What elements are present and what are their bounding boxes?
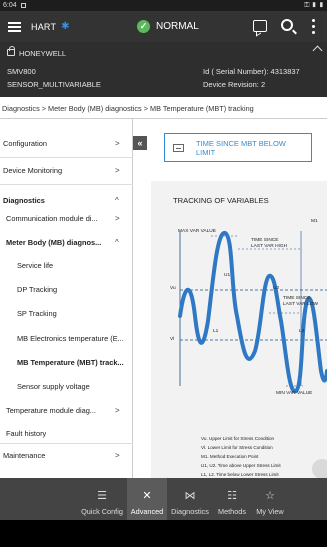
device-revision: Device Revision: 2: [203, 80, 266, 89]
chevron-up-icon: ^: [115, 238, 119, 247]
method-icon: [173, 143, 184, 152]
vl-label: Vl: [170, 337, 175, 342]
device-tag: SENSOR_MULTIVARIABLE: [7, 80, 101, 89]
vu-label: Vu: [170, 286, 176, 291]
floating-action-button[interactable]: [312, 459, 327, 479]
sidebar-item-label: Service life: [17, 261, 54, 270]
device-info-panel: HONEYWELL SMV800 SENSOR_MULTIVARIABLE Id…: [0, 42, 327, 97]
tab-label: Advanced: [130, 507, 164, 516]
lock-icon: [7, 46, 15, 56]
sidebar-item-label: Fault history: [6, 429, 47, 438]
bottom-navigation: ☰ Quick Config ✕ Advanced ⋈ Diagnostics …: [0, 478, 327, 520]
legend-item: L1, L2. Time below Lower Stress Limit: [201, 472, 279, 477]
device-status-text: NORMAL: [156, 21, 199, 32]
min-var-label: MIN VAR VALUE: [276, 391, 313, 396]
sidebar-item-label: Meter Body (MB) diagnos...: [6, 238, 102, 247]
device-serial: Id ( Serial Number): 4313837: [203, 67, 300, 76]
time-since-low-label: TIME SINCE LAST VAR LOW: [283, 296, 319, 307]
methods-icon: ☷: [227, 489, 237, 502]
protocol-label: HART: [31, 21, 57, 32]
time-since-high-label: TIME SINCE LAST VAR HIGH: [251, 238, 288, 249]
sidebar-item-label: Maintenance: [3, 451, 46, 460]
device-model: SMV800: [7, 67, 36, 76]
divider: [0, 443, 133, 444]
chevron-right-icon: >: [115, 214, 120, 223]
search-icon[interactable]: [281, 19, 293, 31]
divider: [0, 184, 133, 185]
tab-advanced[interactable]: ✕ Advanced: [127, 478, 167, 520]
sidebar-item-label: MB Temperature (MBT) track...: [17, 358, 124, 367]
legend-item: U1, U2. Time above Upper Stress Limit: [201, 463, 281, 468]
status-time: 6:04: [3, 2, 17, 9]
status-bar: 6:04 ⚿ ▮ ▮: [0, 0, 327, 11]
method-button-label: TIME SINCE MBT BELOW LIMIT: [196, 138, 286, 157]
tracking-diagram: TRACKING OF VARIABLES MAX VAR VALUE M1 T…: [151, 181, 327, 478]
sidebar-item-label: Diagnostics: [3, 196, 45, 205]
sidebar-item-label: Sensor supply voltage: [17, 382, 90, 391]
sidebar-item-label: Configuration: [3, 139, 47, 148]
image-notification-icon: [20, 3, 26, 8]
sidebar-item-label: MB Electronics temperature (E...: [17, 334, 124, 343]
chevron-right-icon: >: [115, 406, 120, 415]
tab-label: Diagnostics: [171, 507, 209, 516]
time-since-mbt-below-limit-button[interactable]: TIME SINCE MBT BELOW LIMIT: [164, 133, 312, 162]
sidebar-item-label: DP Tracking: [17, 285, 58, 294]
main-content: « TIME SINCE MBT BELOW LIMIT TRACKING OF…: [133, 119, 327, 478]
sidebar-item-label: Communication module di...: [6, 214, 98, 223]
tab-methods[interactable]: ☷ Methods: [213, 478, 251, 520]
hamburger-menu-icon[interactable]: [8, 21, 21, 32]
collapse-chevron-icon[interactable]: [312, 45, 323, 56]
l1-label: L1: [213, 329, 219, 334]
system-navigation-bar: [0, 520, 327, 547]
kebab-menu-icon[interactable]: [312, 19, 315, 34]
sidebar-item-label: SP Tracking: [17, 309, 57, 318]
status-icons: ⚿ ▮ ▮: [304, 1, 324, 9]
variable-signal-curve: [178, 231, 327, 394]
sidebar-item-label: Device Monitoring: [3, 166, 63, 175]
legend-item: Vl. Lower Limit for Stress Condition: [201, 445, 273, 450]
chevron-right-icon: >: [115, 139, 120, 148]
sliders-icon: ☰: [97, 489, 107, 502]
max-var-label: MAX VAR VALUE: [178, 229, 216, 234]
tab-diagnostics[interactable]: ⋈ Diagnostics: [167, 478, 213, 520]
divider: [0, 157, 133, 158]
tab-quick-config[interactable]: ☰ Quick Config: [77, 478, 127, 520]
u2-label: U2: [273, 286, 280, 291]
app-bar: HART ✱ ✓ NORMAL: [0, 11, 327, 42]
chat-icon[interactable]: [253, 20, 267, 32]
m1-label: M1: [311, 219, 318, 224]
legend-item: Vu. Upper Limit for Stress Condition: [201, 436, 275, 441]
tools-icon: ✕: [142, 489, 152, 502]
sidebar-item-label: Temperature module diag...: [6, 406, 96, 415]
chevron-up-icon: ^: [115, 196, 119, 205]
legend-item: M1. Method Execution Point: [201, 454, 259, 459]
tab-label: My View: [256, 507, 284, 516]
sidebar-nav: Configuration > Device Monitoring > Diag…: [0, 119, 133, 478]
tab-my-view[interactable]: ☆ My View: [251, 478, 289, 520]
tab-label: Quick Config: [81, 507, 123, 516]
tab-label: Methods: [218, 507, 246, 516]
diagnostics-icon: ⋈: [184, 489, 196, 502]
breadcrumb: Diagnostics > Meter Body (MB) diagnostic…: [0, 97, 327, 119]
collapse-sidebar-button[interactable]: «: [133, 136, 147, 150]
bluetooth-icon: ✱: [61, 21, 70, 32]
u1-label: U1: [224, 273, 231, 278]
check-circle-icon: ✓: [137, 20, 150, 33]
chevron-right-icon: >: [115, 451, 120, 460]
star-icon: ☆: [265, 489, 275, 502]
chevron-right-icon: >: [115, 166, 120, 175]
l2-label: L2: [299, 329, 305, 334]
device-manufacturer: HONEYWELL: [19, 49, 67, 58]
